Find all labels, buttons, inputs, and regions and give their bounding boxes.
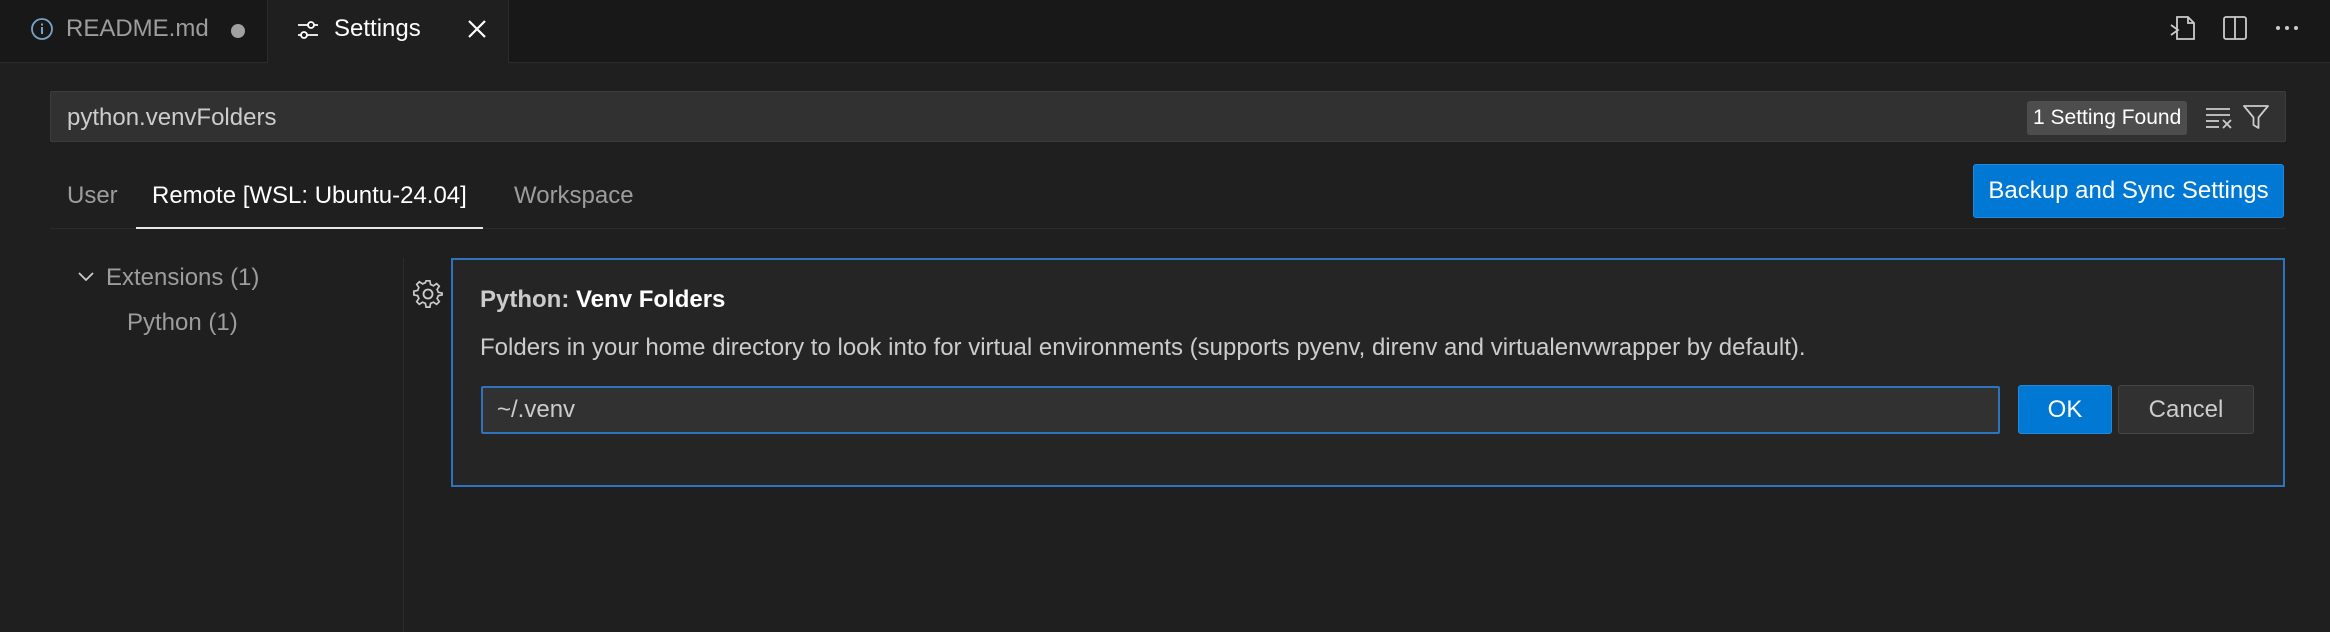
- gear-icon[interactable]: [412, 278, 444, 315]
- open-settings-json-icon[interactable]: [2168, 12, 2200, 44]
- cancel-button[interactable]: Cancel: [2118, 385, 2254, 434]
- tab-settings[interactable]: Settings: [268, 0, 509, 63]
- settings-search: 1 Setting Found: [50, 91, 2286, 143]
- editor-tab-bar: README.md Settings: [0, 0, 2330, 63]
- close-icon[interactable]: [464, 16, 490, 42]
- settings-scope-tabs: User Remote [WSL: Ubuntu-24.04] Workspac…: [50, 170, 2286, 229]
- tab-readme[interactable]: README.md: [0, 0, 268, 62]
- chevron-down-icon: [78, 272, 94, 282]
- setting-name: Venv Folders: [576, 286, 726, 313]
- tab-label: Settings: [334, 15, 421, 42]
- setting-category: Python:: [480, 286, 576, 313]
- split-editor-icon[interactable]: [2219, 12, 2251, 44]
- unsaved-indicator[interactable]: [231, 24, 245, 38]
- more-actions-icon[interactable]: [2271, 12, 2303, 44]
- tab-label: README.md: [66, 15, 209, 42]
- venv-folder-input[interactable]: [481, 386, 2000, 434]
- setting-description: Folders in your home directory to look i…: [480, 334, 1806, 361]
- tab-workspace[interactable]: Workspace: [514, 170, 634, 227]
- settings-sliders-icon: [295, 17, 321, 43]
- filter-icon[interactable]: [2241, 102, 2271, 137]
- ok-button[interactable]: OK: [2018, 385, 2112, 434]
- setting-item-venv-folders: Python: Venv Folders Folders in your hom…: [451, 258, 2285, 487]
- toc-item-python[interactable]: Python (1): [127, 309, 238, 337]
- toc-item-extensions[interactable]: Extensions (1): [76, 264, 259, 292]
- toc-item-label: Extensions (1): [106, 264, 260, 291]
- tab-user[interactable]: User: [67, 170, 118, 227]
- search-input[interactable]: [65, 92, 2049, 143]
- clear-search-icon[interactable]: [2203, 101, 2235, 138]
- toc-divider: [403, 258, 404, 632]
- search-result-count: 1 Setting Found: [2027, 101, 2188, 135]
- setting-title: Python: Venv Folders: [480, 286, 725, 314]
- backup-and-sync-button[interactable]: Backup and Sync Settings: [1973, 164, 2284, 218]
- info-icon: [30, 17, 54, 41]
- tab-remote-wsl[interactable]: Remote [WSL: Ubuntu-24.04]: [136, 170, 483, 229]
